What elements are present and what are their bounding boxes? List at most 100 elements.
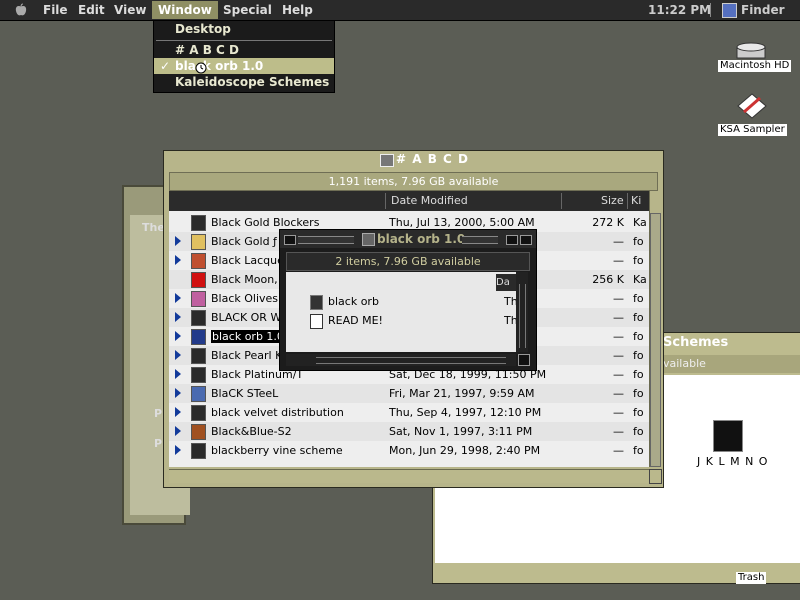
menu-file[interactable]: File [37, 2, 74, 18]
column-header-kind[interactable]: Ki [631, 191, 641, 211]
row-date: Thu, Sep 4, 1997, 12:10 PM [389, 406, 542, 419]
table-row[interactable]: Black&Blue-S2 Sat, Nov 1, 1997, 3:11 PM … [169, 422, 649, 441]
checkmark-icon: ✓ [160, 59, 171, 73]
app-icon[interactable] [734, 92, 768, 120]
row-date: Fri, Mar 21, 1997, 9:59 AM [389, 387, 535, 400]
column-divider [561, 193, 562, 209]
table-row[interactable]: BlaCK STeeL Fri, Mar 21, 1997, 9:59 AM —… [169, 384, 649, 403]
window-info-bar: 2 items, 7.96 GB available [286, 252, 530, 271]
column-header-date[interactable]: Da [496, 274, 516, 291]
row-size: — [613, 387, 624, 400]
vertical-scrollbar[interactable] [516, 272, 528, 352]
disclosure-triangle-icon[interactable] [175, 369, 181, 379]
menu-clock[interactable]: 11:22 PM [648, 2, 711, 18]
menu-window[interactable]: Window [152, 1, 218, 19]
scheme-folder-icon[interactable] [713, 420, 743, 452]
busy-cursor-icon [195, 62, 207, 74]
zoom-box[interactable] [506, 235, 518, 245]
window-info-text: 1,191 items, 7.96 GB available [328, 175, 499, 188]
folder-icon [191, 348, 206, 364]
menu-item-label: # A B C D [175, 43, 239, 57]
list-item[interactable]: READ ME! Th [286, 311, 516, 330]
window-menu-item-desktop[interactable]: Desktop [154, 21, 334, 37]
menu-item-label: Kaleidoscope Schemes [175, 75, 330, 89]
resize-box[interactable] [518, 354, 530, 366]
window-menu-item-abcd[interactable]: # A B C D [154, 42, 334, 58]
disclosure-triangle-icon[interactable] [175, 445, 181, 455]
folder-icon [191, 424, 206, 440]
disclosure-triangle-icon[interactable] [175, 236, 181, 246]
menu-item-label: Desktop [175, 22, 231, 36]
scheme-item-label[interactable]: J K L M N O [697, 455, 768, 468]
folder-window-black-orb[interactable]: black orb 1.0 2 items, 7.96 GB available… [279, 229, 537, 371]
disclosure-triangle-icon[interactable] [175, 407, 181, 417]
folder-icon [191, 310, 206, 326]
folder-title-icon [362, 233, 375, 246]
row-size: — [613, 254, 624, 267]
scrollbar-track[interactable] [519, 284, 526, 348]
vertical-scrollbar[interactable] [649, 191, 661, 467]
application-menu[interactable]: Finder [741, 2, 785, 18]
list-item[interactable]: black orb Th [286, 292, 516, 311]
folder-icon [191, 405, 206, 421]
desktop-icon-label[interactable]: KSA Sampler [718, 124, 787, 136]
disclosure-triangle-icon[interactable] [175, 388, 181, 398]
menu-special[interactable]: Special [217, 2, 278, 18]
desktop-icon-label[interactable]: Trash [736, 572, 767, 584]
horizontal-scrollbar[interactable] [169, 469, 649, 483]
menu-edit[interactable]: Edit [72, 2, 111, 18]
window-title: Schemes [663, 335, 729, 350]
row-size: 272 K [592, 216, 624, 229]
disclosure-triangle-icon[interactable] [175, 293, 181, 303]
disclosure-triangle-icon[interactable] [175, 331, 181, 341]
folder-icon [191, 329, 206, 345]
hard-disk-icon[interactable] [736, 42, 766, 60]
close-box[interactable] [284, 235, 296, 245]
row-size: 256 K [592, 273, 624, 286]
menu-item-label: black orb 1.0 [175, 59, 264, 73]
row-kind: fo [633, 368, 644, 381]
window-menu-dropdown: Desktop # A B C D ✓ black orb 1.0 Kaleid… [153, 20, 335, 93]
disclosure-triangle-icon[interactable] [175, 255, 181, 265]
collapse-box[interactable] [520, 235, 532, 245]
row-kind: fo [633, 254, 644, 267]
column-divider [385, 193, 386, 209]
row-size: — [613, 311, 624, 324]
desktop-icon-label[interactable]: Macintosh HD [718, 60, 792, 72]
folder-icon [191, 234, 206, 250]
folder-icon [191, 291, 206, 307]
column-divider [627, 193, 628, 209]
scrollbar-track[interactable] [316, 357, 506, 364]
apple-menu-icon[interactable] [14, 3, 28, 17]
row-size: — [613, 368, 624, 381]
window-titlebar[interactable]: # A B C D [164, 151, 663, 169]
row-kind: Ka [633, 216, 647, 229]
row-kind: fo [633, 311, 644, 324]
resize-box[interactable] [649, 469, 662, 484]
table-row[interactable]: black velvet distribution Thu, Sep 4, 19… [169, 403, 649, 422]
file-list: black orb Th READ ME! Th [286, 272, 516, 352]
row-size: — [613, 330, 624, 343]
row-size: — [613, 444, 624, 457]
disclosure-triangle-icon[interactable] [175, 426, 181, 436]
menu-separator [710, 3, 711, 17]
table-row[interactable]: blackberry vine scheme Mon, Jun 29, 1998… [169, 441, 649, 460]
column-header-size[interactable]: Size [601, 191, 624, 211]
window-menu-item-black-orb[interactable]: ✓ black orb 1.0 [154, 58, 334, 74]
disclosure-triangle-icon[interactable] [175, 350, 181, 360]
row-name: Black Gold Blockers [211, 216, 320, 229]
window-titlebar[interactable]: black orb 1.0 [280, 230, 536, 248]
horizontal-scrollbar[interactable] [286, 354, 516, 366]
scrollbar-track[interactable] [650, 213, 661, 467]
row-kind: fo [633, 349, 644, 362]
document-icon [310, 314, 323, 329]
menu-view[interactable]: View [108, 2, 152, 18]
column-header-date[interactable]: Date Modified [391, 191, 468, 211]
menu-help[interactable]: Help [276, 2, 319, 18]
finder-app-icon[interactable] [722, 3, 737, 18]
disclosure-triangle-icon[interactable] [175, 312, 181, 322]
window-menu-item-kaleidoscope-schemes[interactable]: Kaleidoscope Schemes [154, 74, 334, 90]
file-icon [191, 215, 206, 231]
folder-icon [191, 443, 206, 459]
window-info-text: 2 items, 7.96 GB available [335, 255, 481, 268]
